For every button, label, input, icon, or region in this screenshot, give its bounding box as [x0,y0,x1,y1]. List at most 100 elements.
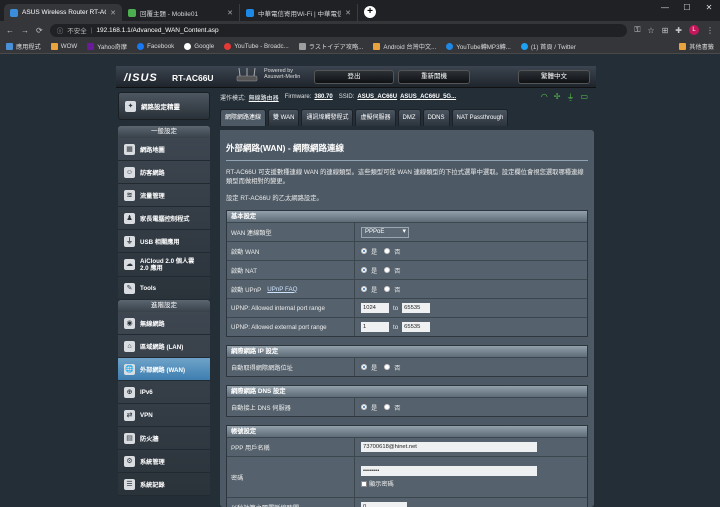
enable-nat-no-radio[interactable] [384,267,391,273]
reload-icon[interactable]: ⟳ [36,26,43,35]
sidebar-item-parental-control[interactable]: ♟ 家長電腦控制程式 [118,207,210,230]
bookmark-apps[interactable]: 應用程式 [6,42,41,51]
sidebar-item-traffic-manager[interactable]: ≋ 流量管理 [118,184,210,207]
tab-title: 中華電信寄用Wi-Fi | 中華電信數 [258,10,342,18]
browser-tab-router[interactable]: ASUS Wireless Router RT-AC66U ✕ [4,4,122,21]
ssid-link-2g[interactable]: ASUS_AC66U [357,94,397,100]
sidebar-item-wireless[interactable]: ◉ 無線網路 [118,312,210,335]
usb-status-icon[interactable]: ⏚ [566,92,574,103]
enable-upnp-no-radio[interactable] [384,286,391,292]
sidebar-item-network-map[interactable]: ▦ 網路地圖 [118,138,210,161]
sidebar-item-wan[interactable]: 🌐 外部網路 (WAN) [118,358,210,381]
sidebar-item-lan[interactable]: ⌂ 區域網路 (LAN) [118,335,210,358]
bookmark-twitter[interactable]: (1) 首頁 / Twitter [520,42,576,51]
profile-avatar[interactable]: L [689,25,699,35]
mobile01-favicon-icon [128,8,136,17]
show-password-option[interactable]: 顯示密碼 [361,479,394,488]
enable-wan-no-radio[interactable] [384,248,391,254]
auto-ip-yes-radio[interactable] [361,364,367,370]
address-bar[interactable]: ⓘ 不安全 | 192.168.1.1/Advanced_WAN_Content… [49,23,628,37]
idle-timeout-input[interactable]: 0 [361,502,407,507]
lan-status-icon[interactable]: ▭ [580,92,588,103]
sidebar-item-usb-apps[interactable]: ⏚ USB 相關應用 [118,230,210,253]
browser-tab-bar: ASUS Wireless Router RT-AC66U ✕ 回覆主題 - M… [0,0,720,21]
external-port-to-input[interactable]: 65535 [402,322,431,332]
quick-setup-button[interactable]: ✦ 網路設定精靈 [118,92,210,120]
key-icon[interactable]: ⚿ [634,25,640,35]
browser-tab-cht[interactable]: 中華電信寄用Wi-Fi | 中華電信數 ✕ [240,4,358,21]
logout-button[interactable]: 登出 [314,70,394,84]
sidebar-item-aicloud[interactable]: ☁ AiCloud 2.0 個人雲 2.0 應用 [118,253,210,277]
menu-icon[interactable]: ⋮ [706,26,714,35]
url-text: 192.168.1.1/Advanced_WAN_Content.asp [96,26,219,34]
ssid-link-5g[interactable]: ASUS_AC66U_5G... [400,94,456,100]
sidebar-item-tools[interactable]: ✎ Tools [118,277,210,300]
sidebar-item-system-log[interactable]: ☰ 系統記錄 [118,473,210,496]
language-select[interactable]: 繁體中文 [518,70,590,84]
sidebar-item-ipv6[interactable]: ⊕ IPv6 [118,381,210,404]
tab-virtual-server[interactable]: 虛擬伺服器 [355,109,396,126]
bookmark-youtube[interactable]: YouTube - Broadc... [224,42,289,50]
bookmark-ytmp3[interactable]: YouTube轉MP3轉... [446,42,511,51]
operation-mode-link[interactable]: 無線路由器 [249,93,279,102]
sidebar-item-firewall[interactable]: ▤ 防火牆 [118,427,210,450]
window-controls: — ☐ ✕ [654,0,720,18]
external-port-from-input[interactable]: 1 [361,322,389,332]
tab-dmz[interactable]: DMZ [397,109,421,126]
section-heading: 帳號設定 [227,426,587,437]
enable-wan-yes-radio[interactable] [361,248,367,254]
password-input[interactable]: •••••••• [361,466,537,476]
wan-type-select[interactable]: PPPoE [361,226,409,238]
ppp-username-input[interactable]: 73700618@hinet.net [361,442,537,452]
auto-dns-no-radio[interactable] [384,404,391,410]
enable-nat-yes-radio[interactable] [361,267,367,273]
firmware-link[interactable]: 380.70 [314,94,332,100]
forward-icon[interactable]: → [21,26,29,35]
bookmark-lastidea[interactable]: ラストイデア攻略... [298,42,363,51]
minimize-icon[interactable]: — [654,0,676,18]
window-close-icon[interactable]: ✕ [698,0,720,18]
bookmark-other[interactable]: 其他書籤 [679,42,714,51]
bookmark-google[interactable]: Google [184,42,214,50]
router-ui: /ISUS RT-AC66U Powered by Asuswrt-Merlin… [116,66,596,507]
close-icon[interactable]: ✕ [345,9,351,17]
star-icon[interactable]: ☆ [647,26,654,35]
tab-nat-passthrough[interactable]: NAT Passthrough [451,109,509,126]
tab-title: ASUS Wireless Router RT-AC66U [22,9,106,16]
close-icon[interactable]: ✕ [227,9,233,17]
new-tab-button[interactable]: + [364,6,376,18]
auto-dns-yes-radio[interactable] [361,404,367,410]
bookmark-wow[interactable]: WOW [50,42,77,50]
bookmark-android[interactable]: Android 台灣中文... [373,42,436,51]
back-icon[interactable]: ← [6,26,14,35]
router-page: /ISUS RT-AC66U Powered by Asuswrt-Merlin… [0,54,720,507]
extension-icon[interactable]: ⊞ [662,26,669,35]
wifi-status-icon[interactable]: ◠ [541,92,548,103]
auto-ip-no-radio[interactable] [384,364,391,370]
internal-port-from-input[interactable]: 1024 [361,303,389,313]
table-row: 自動接上 DNS 伺服器 是 否 [227,397,587,416]
sidebar-item-guest-network[interactable]: ☺ 訪客網路 [118,161,210,184]
tab-internet-connection[interactable]: 網際網路連線 [220,109,267,126]
tab-ddns[interactable]: DDNS [422,109,450,126]
close-icon[interactable]: ✕ [110,9,116,17]
maximize-icon[interactable]: ☐ [676,0,698,18]
reboot-button[interactable]: 重新開機 [398,70,470,84]
folder-icon [373,42,381,50]
enable-wan-label: 啟動 WAN [227,242,355,260]
internet-status-icon[interactable]: ✢ [554,92,561,103]
enable-upnp-yes-radio[interactable] [361,286,367,292]
router-favicon-icon [10,8,18,17]
tab-dual-wan[interactable]: 雙 WAN [268,109,300,126]
puzzle-icon[interactable]: ✚ [675,26,682,35]
sidebar-item-administration[interactable]: ⚙ 系統管理 [118,450,210,473]
internal-port-to-input[interactable]: 65535 [402,303,431,313]
show-password-checkbox[interactable] [361,481,367,488]
tab-port-trigger[interactable]: 通訊埠觸發程式 [301,109,354,126]
browser-tab-mobile01[interactable]: 回覆主題 - Mobile01 ✕ [122,4,240,21]
upnp-faq-link[interactable]: UPnP FAQ [267,286,297,293]
status-icons: ◠ ✢ ⏚ ▭ [541,92,596,103]
bookmark-yahoo[interactable]: Yahoo奇摩 [87,42,127,51]
bookmark-facebook[interactable]: Facebook [137,42,174,50]
sidebar-item-vpn[interactable]: ⇄ VPN [118,404,210,427]
